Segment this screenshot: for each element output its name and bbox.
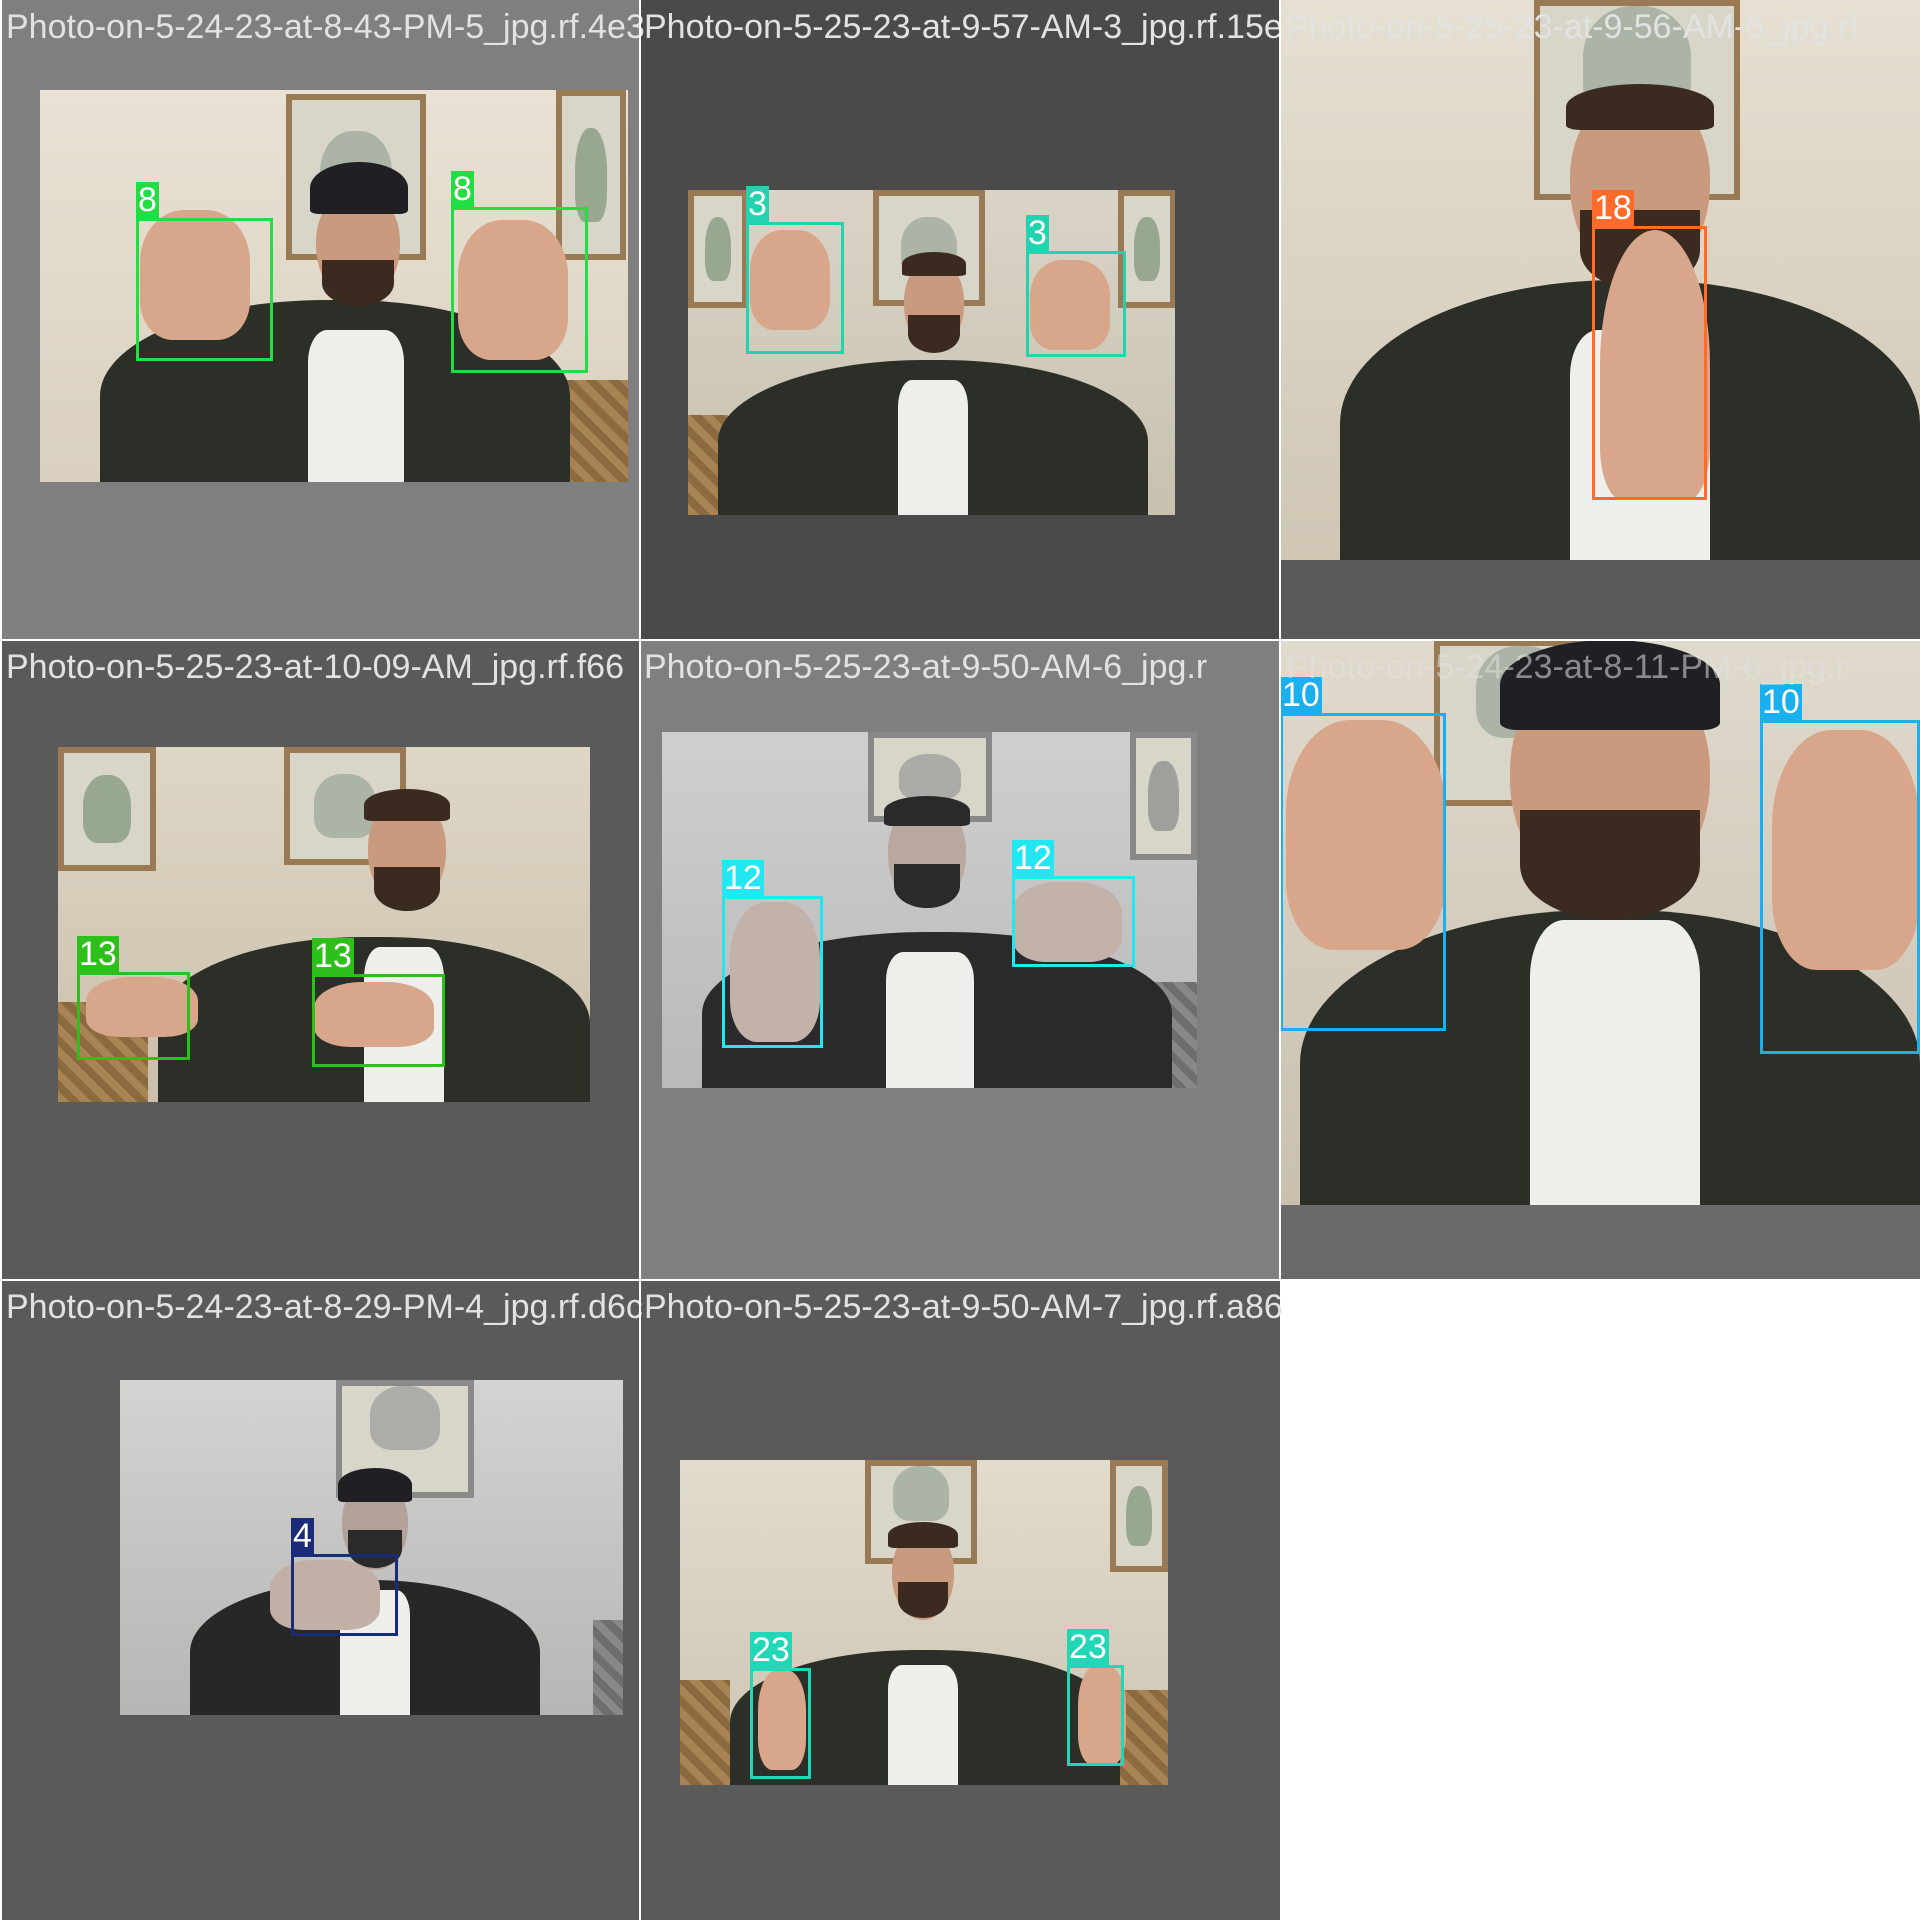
tile-title: Photo-on-5-25-23-at-9-50-AM-7_jpg.rf.a86 — [644, 1288, 1283, 1326]
detection-box — [451, 207, 588, 373]
detection-label: 23 — [1067, 1628, 1109, 1666]
detection-label: 8 — [136, 181, 159, 219]
tile-title: Photo-on-5-25-23-at-10-09-AM_jpg.rf.f66 — [6, 648, 624, 686]
tile-title: Photo-on-5-24-23-at-8-29-PM-4_jpg.rf.d6c — [6, 1288, 643, 1326]
detection-box — [291, 1554, 398, 1636]
detection-box — [1012, 876, 1135, 967]
detection-box — [1760, 720, 1920, 1054]
tile-title: Photo-on-5-24-23-at-8-43-PM-5_jpg.rf.4e3 — [6, 8, 645, 46]
detection-label: 12 — [1012, 839, 1054, 877]
tile-4: 13 13 — [0, 640, 640, 1280]
detection-box — [1067, 1665, 1124, 1766]
tile-2: 3 3 — [640, 0, 1280, 640]
tile-title: Photo-on-5-25-23-at-9-56-AM-6_jpg.rf — [1286, 8, 1859, 46]
detection-label: 3 — [1026, 214, 1049, 252]
detection-box — [750, 1668, 811, 1779]
tile-title: Photo-on-5-25-23-at-9-57-AM-3_jpg.rf.15e — [644, 8, 1283, 46]
detection-label: 18 — [1592, 189, 1634, 227]
detection-box — [136, 218, 273, 361]
photo — [120, 1380, 623, 1715]
detection-box — [312, 974, 445, 1067]
tile-title: Photo-on-5-25-23-at-9-50-AM-6_jpg.r — [644, 648, 1208, 686]
detection-box — [1026, 251, 1126, 357]
detection-box — [746, 222, 844, 354]
tile-title: Photo-on-5-24-23-at-8-11-PM-6_jpg.r — [1286, 648, 1847, 686]
tile-7: 4 — [0, 1280, 640, 1920]
empty-cell — [1280, 1280, 1920, 1920]
tile-8: 23 23 — [640, 1280, 1280, 1920]
tile-1: 8 8 — [0, 0, 640, 640]
detection-label: 13 — [77, 935, 119, 973]
tile-6: 10 10 — [1280, 640, 1920, 1280]
detection-label: 4 — [291, 1517, 314, 1555]
detection-label: 23 — [750, 1631, 792, 1669]
detection-label: 13 — [312, 937, 354, 975]
tile-3: 18 — [1280, 0, 1920, 640]
detection-label: 8 — [451, 170, 474, 208]
tile-5: 12 12 — [640, 640, 1280, 1280]
detection-box — [722, 896, 823, 1048]
detection-box — [77, 972, 190, 1060]
detection-label: 3 — [746, 185, 769, 223]
detection-box — [1280, 713, 1446, 1031]
detection-box — [1592, 226, 1707, 500]
detection-label: 10 — [1760, 683, 1802, 721]
detection-label: 12 — [722, 859, 764, 897]
